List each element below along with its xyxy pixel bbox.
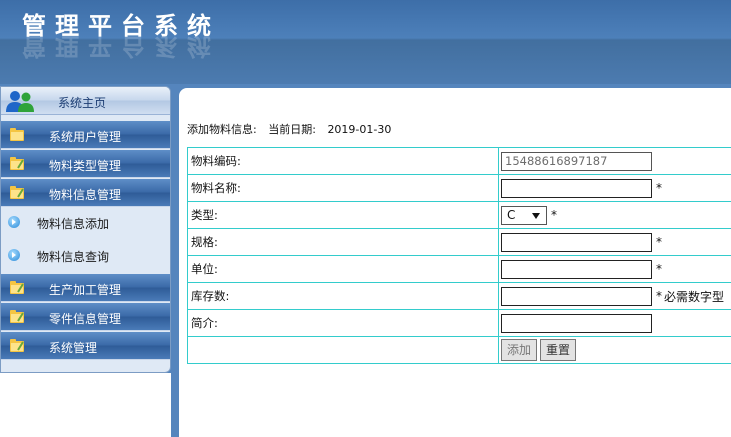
sidebar-subitem-label: 物料信息添加 (37, 217, 110, 231)
sidebar-item-material-info[interactable]: 物料信息管理 (1, 179, 170, 207)
form-row-code: 物料编码: (187, 147, 731, 175)
required-mark: * (551, 208, 557, 222)
form-row-unit: 单位: * (187, 255, 731, 283)
spec-label: 规格: (187, 228, 499, 256)
intro-input[interactable] (501, 313, 652, 333)
material-form: 物料编码: 物料名称: * 类型: C * 规格: * 单位: * (187, 147, 731, 364)
info-line: 添加物料信息: 当前日期: 2019-01-30 (187, 121, 399, 137)
sidebar-item-label: 系统管理 (49, 341, 98, 355)
sidebar-home-label: 系统主页 (58, 96, 107, 110)
stock-hint: 必需数字型 (664, 289, 725, 304)
app-title-reflection: 管理平台系统 (22, 32, 220, 60)
info-label: 添加物料信息: (187, 123, 257, 136)
folder-icon (10, 128, 24, 141)
add-button[interactable]: 添加 (501, 339, 538, 361)
arrow-right-icon (8, 249, 20, 261)
arrow-right-icon (8, 216, 20, 228)
folder-edit-icon (10, 281, 24, 294)
sidebar-item-label: 物料类型管理 (49, 159, 122, 173)
required-mark: * (656, 289, 662, 303)
form-row-spec: 规格: * (187, 228, 731, 256)
sidebar-item-label: 零件信息管理 (49, 312, 122, 326)
sidebar-subitem-add-material[interactable]: 物料信息添加 (1, 207, 170, 235)
required-mark: * (656, 262, 662, 276)
required-mark: * (656, 235, 662, 249)
sidebar-splitter[interactable] (171, 88, 178, 437)
name-label: 物料名称: (187, 174, 499, 202)
unit-label: 单位: (187, 255, 499, 283)
sidebar-item-parts[interactable]: 零件信息管理 (1, 303, 170, 331)
header-banner: 管理平台系统 管理平台系统 (0, 0, 731, 84)
folder-edit-icon (10, 157, 24, 170)
sidebar-item-label: 系统用户管理 (49, 130, 122, 144)
main-panel: 添加物料信息: 当前日期: 2019-01-30 物料编码: 物料名称: * 类… (179, 88, 731, 437)
stock-label: 库存数: (187, 282, 499, 310)
reset-button[interactable]: 重置 (540, 339, 577, 361)
folder-edit-icon (10, 310, 24, 323)
code-input[interactable] (501, 151, 652, 171)
sidebar-item-home[interactable]: 系统主页 (1, 87, 170, 115)
date-value: 2019-01-30 (327, 123, 392, 136)
sidebar-item-production[interactable]: 生产加工管理 (1, 274, 170, 302)
users-icon (6, 91, 34, 112)
chevron-down-icon (532, 212, 540, 219)
required-mark: * (656, 181, 662, 195)
form-row-stock: 库存数: * 必需数字型 (187, 282, 731, 310)
folder-edit-icon (10, 339, 24, 352)
spec-input[interactable] (501, 232, 652, 252)
sidebar-item-material-type[interactable]: 物料类型管理 (1, 150, 170, 178)
code-label: 物料编码: (187, 147, 499, 175)
sidebar-subitem-query-material[interactable]: 物料信息查询 (1, 240, 170, 268)
sidebar-item-user-management[interactable]: 系统用户管理 (1, 121, 170, 149)
sidebar-item-label: 物料信息管理 (49, 188, 122, 202)
sidebar-item-label: 生产加工管理 (49, 283, 122, 297)
folder-edit-icon (10, 186, 24, 199)
stock-input[interactable] (501, 286, 652, 306)
sidebar: 系统主页 系统用户管理 物料类型管理 物料信息管理 物料信息添加 物料信息查询 … (0, 86, 171, 373)
form-row-actions: 添加 重置 (187, 336, 731, 364)
type-label: 类型: (187, 201, 499, 229)
date-label: 当前日期: (268, 123, 316, 136)
unit-input[interactable] (501, 259, 652, 279)
sidebar-item-system[interactable]: 系统管理 (1, 332, 170, 360)
type-select[interactable]: C (501, 205, 547, 225)
sidebar-subitem-label: 物料信息查询 (37, 250, 110, 264)
type-selected-value: C (507, 207, 516, 222)
form-row-intro: 简介: (187, 309, 731, 337)
form-row-type: 类型: C * (187, 201, 731, 229)
intro-label: 简介: (187, 309, 499, 337)
sidebar-empty-area (0, 373, 171, 437)
name-input[interactable] (501, 178, 652, 198)
form-row-name: 物料名称: * (187, 174, 731, 202)
